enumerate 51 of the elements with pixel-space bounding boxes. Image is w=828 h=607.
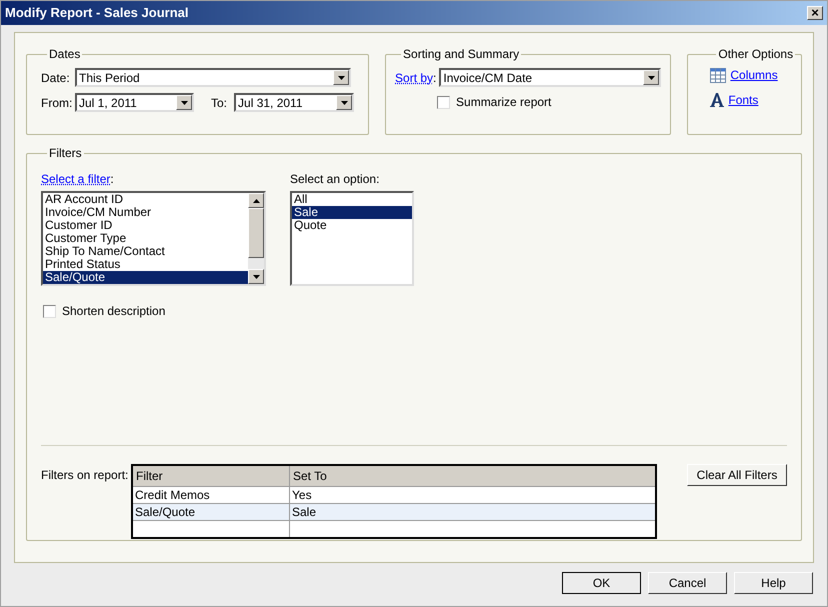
table-cell-text: Yes xyxy=(291,487,313,503)
shorten-description-label[interactable]: Shorten description xyxy=(62,302,166,320)
colon-text: : xyxy=(110,171,114,188)
dialog-button[interactable]: Cancel xyxy=(648,572,727,594)
clear-filters-button[interactable]: Clear All Filters xyxy=(687,464,787,486)
table-cell-text: Sale xyxy=(291,504,318,520)
filter-list-item[interactable]: Customer Type xyxy=(43,232,248,245)
scroll-up-icon[interactable] xyxy=(248,193,264,208)
checkbox[interactable] xyxy=(43,304,56,318)
dialog-button[interactable]: Help xyxy=(734,572,813,594)
sort-by-link[interactable]: Sort by xyxy=(395,68,434,86)
filter-list-item[interactable]: Invoice/CM Number xyxy=(43,206,248,219)
select-filter-link[interactable]: Select a filter xyxy=(41,170,110,188)
date-range-dropdown[interactable]: This Period xyxy=(75,68,351,87)
fonts-link[interactable]: Fonts xyxy=(728,91,758,109)
colon-text: : xyxy=(433,70,436,86)
checkbox[interactable] xyxy=(437,96,450,108)
close-button[interactable]: × xyxy=(807,6,823,20)
filter-list-item[interactable]: AR Account ID xyxy=(43,193,248,206)
window-title: Modify Report - Sales Journal xyxy=(5,4,188,22)
from-label: From: xyxy=(41,94,71,112)
filter-list-item[interactable]: Printed Status xyxy=(43,258,248,271)
letter-icon xyxy=(710,93,724,107)
scroll-down-icon[interactable] xyxy=(248,269,264,284)
date-label: Date: xyxy=(41,70,71,86)
from-date-dropdown[interactable]: Jul 1, 2011 xyxy=(75,93,194,112)
filter-list-item[interactable]: Ship To Name/Contact xyxy=(43,245,248,258)
table-row[interactable]: Sale/Quote Sale xyxy=(133,503,655,520)
table-cell: Sale/Quote xyxy=(133,504,290,520)
table-row[interactable]: Credit Memos Yes xyxy=(133,486,655,503)
scrollbar-thumb[interactable] xyxy=(248,208,264,258)
group-title: Sorting and Summary xyxy=(402,46,520,63)
scrollbar[interactable] xyxy=(248,193,264,284)
filter-list-item[interactable]: Customer ID xyxy=(43,219,248,232)
option-list-item[interactable]: Quote xyxy=(292,219,412,232)
table-icon xyxy=(710,68,726,82)
summarize-label[interactable]: Summarize report xyxy=(456,93,552,111)
to-date-dropdown[interactable]: Jul 31, 2011 xyxy=(234,93,354,112)
option-list-item[interactable]: All xyxy=(292,193,412,206)
select-option-label: Select an option: xyxy=(290,171,380,188)
sort-by-dropdown[interactable]: Invoice/CM Date xyxy=(439,68,662,87)
filter-list-item[interactable]: Sale/Quote xyxy=(43,271,248,284)
group-title: Filters xyxy=(48,145,83,162)
group-title: Dates xyxy=(48,46,82,63)
option-list-item[interactable]: Sale xyxy=(292,206,412,219)
dialog-button[interactable]: OK xyxy=(562,572,641,594)
to-label: To: xyxy=(211,94,228,112)
column-header: Set To xyxy=(292,468,328,485)
filters-on-report-label: Filters on report: xyxy=(41,467,130,484)
columns-link[interactable]: Columns xyxy=(730,66,778,84)
group-title: Other Options xyxy=(717,46,794,63)
